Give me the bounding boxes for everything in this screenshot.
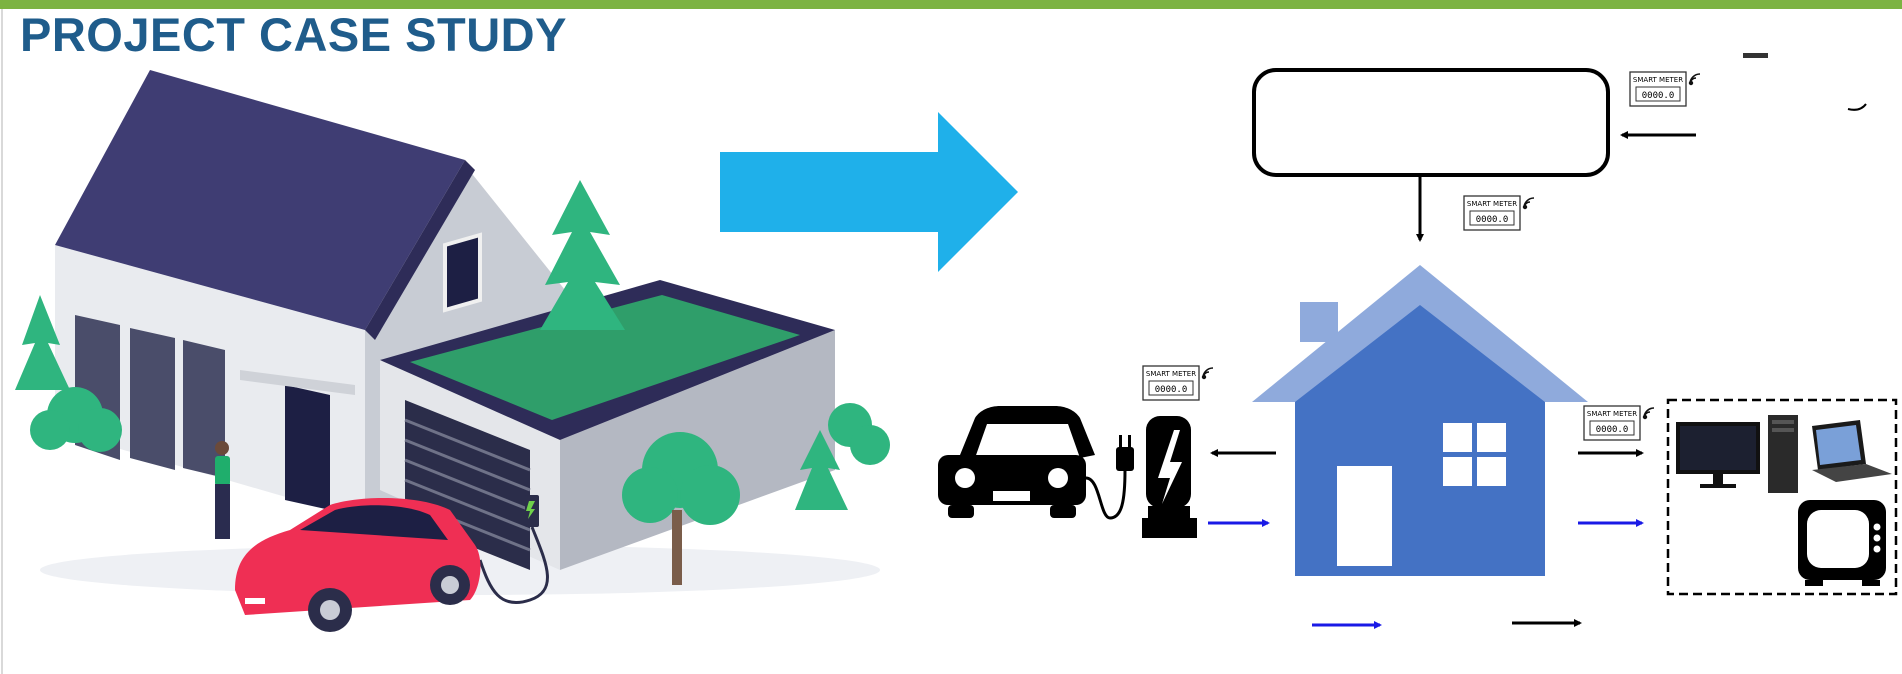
tiny-curve — [1847, 103, 1867, 111]
svg-text:0000.0: 0000.0 — [1155, 385, 1188, 395]
smart-meter: SMART METER 0000.0 — [1583, 405, 1655, 441]
svg-text:SMART METER: SMART METER — [1146, 370, 1196, 378]
smart-meter: SMART METER 0000.0 — [1142, 365, 1214, 401]
monitor-icon — [1676, 422, 1760, 488]
wifi-icon — [1201, 367, 1214, 380]
wifi-icon — [1642, 407, 1655, 420]
svg-text:SMART METER: SMART METER — [1467, 200, 1517, 208]
svg-text:SMART METER: SMART METER — [1633, 76, 1683, 84]
house-icon — [1252, 265, 1588, 576]
svg-text:SMART METER: SMART METER — [1587, 410, 1637, 418]
tv-icon — [1798, 500, 1886, 586]
tiny-mark — [1743, 53, 1768, 58]
right-arrow-icon — [720, 112, 1018, 272]
ev-charger-icon — [1142, 416, 1197, 538]
laptop-icon — [1812, 420, 1892, 482]
smart-meter: SMART METER 0000.0 — [1463, 195, 1535, 231]
car-icon — [938, 406, 1095, 518]
red-car — [235, 498, 481, 632]
plug-icon — [1085, 435, 1134, 520]
pc-tower-icon — [1768, 415, 1798, 493]
grid-supply-box — [1252, 68, 1610, 177]
smart-meter: SMART METER 0000.0 — [1629, 71, 1701, 107]
svg-text:0000.0: 0000.0 — [1476, 215, 1509, 225]
svg-text:0000.0: 0000.0 — [1596, 425, 1629, 435]
wifi-icon — [1688, 73, 1701, 86]
svg-text:0000.0: 0000.0 — [1642, 91, 1675, 101]
wifi-icon — [1522, 197, 1535, 210]
